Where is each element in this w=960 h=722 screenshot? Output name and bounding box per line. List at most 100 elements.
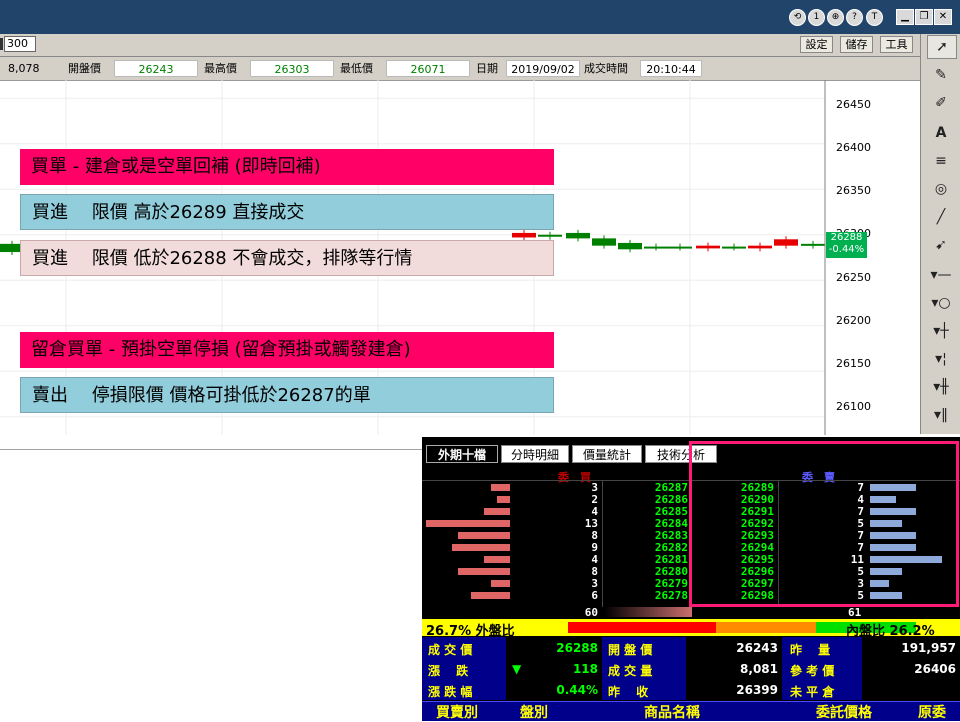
bid-price[interactable]: 26286 [644, 494, 688, 505]
orders-col-original[interactable]: 原委 [918, 702, 946, 722]
bid-bar [426, 520, 510, 527]
bid-price[interactable]: 26284 [644, 518, 688, 529]
y-tick: 26400 [836, 141, 871, 154]
pointer-icon[interactable]: ➚ [927, 35, 957, 59]
bid-price[interactable]: 26282 [644, 542, 688, 553]
last-label: 成 交 價 [428, 643, 473, 657]
window-titlebar: ⟲ 1 ⊕ ? T ▁ ❐ ✕ [0, 0, 960, 34]
bid-qty: 3 [591, 481, 598, 494]
y-tick: 26100 [836, 400, 871, 413]
open-interest-label: 未 平 倉 [790, 685, 835, 699]
volume-stat-label: 成 交 量 [608, 664, 653, 678]
time-value: 20:10:44 [640, 60, 702, 77]
add-icon[interactable]: ⊕ [827, 9, 844, 26]
change-label: 漲 跌 [428, 664, 469, 678]
save-button[interactable]: 儲存 [840, 36, 873, 53]
bid-price[interactable]: 26285 [644, 506, 688, 517]
erase-all-icon[interactable]: ✐ [927, 92, 955, 114]
open-value: 26243 [114, 60, 198, 77]
fibonacci-icon[interactable]: ◎ [927, 178, 955, 200]
low-value: 26071 [386, 60, 470, 77]
orders-col-session[interactable]: 盤別 [520, 702, 548, 722]
help-icon[interactable]: ? [846, 9, 863, 26]
bid-qty: 4 [591, 505, 598, 518]
last-price-tag: 26288 -0.44% [826, 232, 867, 258]
t-icon[interactable]: T [866, 9, 883, 26]
reference-label: 參 考 價 [790, 664, 835, 678]
chart-toolbar: 300 設定 儲存 工具 [0, 34, 920, 57]
lines-icon[interactable]: ≡ [927, 150, 955, 172]
high-label: 最高價 [204, 62, 237, 75]
bid-bar [497, 496, 510, 503]
candle [644, 246, 668, 249]
orders-col-product[interactable]: 商品名稱 [644, 702, 700, 722]
orders-col-price[interactable]: 委託價格 [816, 702, 872, 722]
candle-tool-icon[interactable]: ▾¦ [927, 348, 955, 370]
arrow-icon[interactable]: ➹ [927, 234, 955, 256]
candle [512, 232, 536, 238]
erase-one-icon[interactable]: ✎ [927, 64, 955, 86]
one-icon[interactable]: 1 [808, 9, 825, 26]
refresh-icon[interactable]: ⟲ [789, 9, 806, 26]
last-price-value: 26288 [830, 232, 863, 243]
candle [748, 245, 772, 249]
close-icon[interactable]: ✕ [934, 9, 952, 25]
orders-col-side[interactable]: 買賣別 [436, 702, 478, 722]
bid-bar [458, 568, 510, 575]
bid-qty: 4 [591, 553, 598, 566]
hline-icon[interactable]: ▾— [927, 264, 955, 286]
bid-bar [471, 592, 510, 599]
settings-button[interactable]: 設定 [800, 36, 833, 53]
bid-price[interactable]: 26287 [644, 482, 688, 493]
y-tick: 26350 [836, 184, 871, 197]
text-icon[interactable]: A [927, 122, 955, 144]
candle [774, 239, 798, 246]
candle [566, 232, 590, 239]
bid-price[interactable]: 26279 [644, 578, 688, 589]
ask-highlight-box [689, 441, 959, 607]
high-value: 26303 [250, 60, 334, 77]
note-buy-above: 買進 限價 高於26289 直接成交 [20, 194, 554, 230]
date-value: 2019/09/02 [506, 60, 580, 77]
reference-value: 26406 [914, 662, 956, 676]
candle [696, 245, 720, 249]
order-book-panel: 外期十檔 分時明細 價量統計 技術分析 委 買 委 賣 3 26287 2 26286… [422, 437, 960, 722]
open-stat-label: 開 盤 價 [608, 643, 653, 657]
tools-button[interactable]: 工具 [880, 36, 913, 53]
restore-icon[interactable]: ❐ [915, 9, 933, 25]
vline-icon[interactable]: ▾┼ [927, 320, 955, 342]
volume-bars-icon[interactable]: ▾‖ [927, 404, 955, 426]
prev-volume-label: 昨 量 [790, 643, 831, 657]
bid-qty: 3 [591, 577, 598, 590]
note-sell-stop: 賣出 停損限價 價格可掛低於26287的單 [20, 377, 554, 413]
bid-bar [491, 484, 510, 491]
bid-bar [484, 556, 510, 563]
bid-price[interactable]: 26280 [644, 566, 688, 577]
note-buy-below: 買進 限價 低於26288 不會成交，排隊等行情 [20, 240, 554, 276]
bid-bar [452, 544, 510, 551]
circle-icon[interactable]: ▾○ [927, 292, 955, 314]
candle [801, 243, 825, 246]
bid-bar [484, 508, 510, 515]
bid-qty: 8 [591, 565, 598, 578]
bid-qty: 2 [591, 493, 598, 506]
bid-total-bar [604, 607, 692, 617]
time-label: 成交時間 [584, 62, 628, 75]
change-pct-label: 漲 跌 幅 [428, 685, 473, 699]
bid-price[interactable]: 26278 [644, 590, 688, 601]
bid-price[interactable]: 26281 [644, 554, 688, 565]
minimize-icon[interactable]: ▁ [896, 9, 914, 25]
change-value: 118 [572, 662, 598, 676]
open-stat-value: 26243 [736, 641, 778, 655]
last-value: 26288 [556, 641, 598, 655]
bid-price[interactable]: 26283 [644, 530, 688, 541]
bid-qty: 8 [591, 529, 598, 542]
y-tick: 26150 [836, 357, 871, 370]
prev-close-label: 昨 收 [608, 685, 649, 699]
bars-icon[interactable]: ▾╫ [927, 376, 955, 398]
line-icon[interactable]: ╱ [927, 206, 955, 228]
interval-input[interactable]: 300 [4, 36, 36, 52]
candle [538, 234, 562, 237]
toolbar-label-fragment [0, 38, 3, 50]
bid-qty: 6 [591, 589, 598, 602]
